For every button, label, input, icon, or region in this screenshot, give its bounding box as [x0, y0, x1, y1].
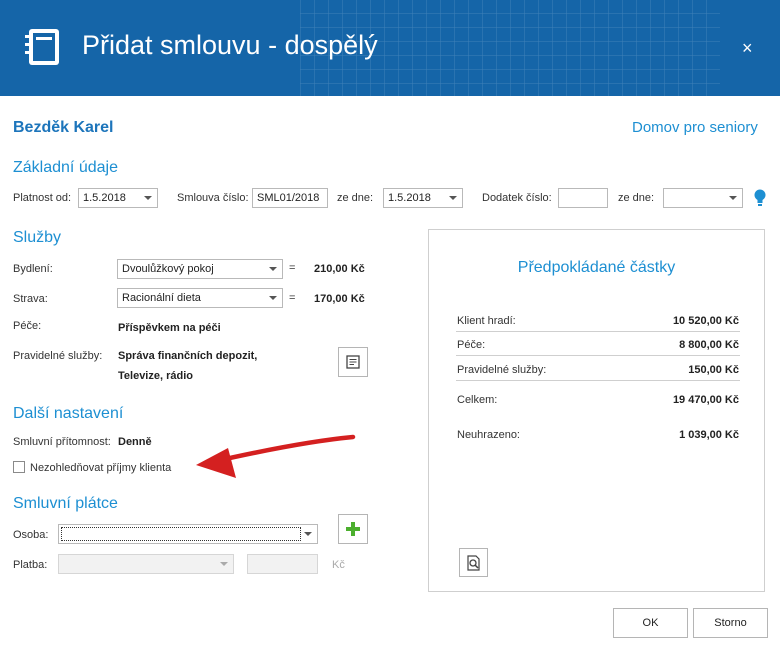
- section-settings: Další nastavení: [13, 405, 124, 422]
- chevron-down-icon: [144, 196, 152, 200]
- of-date-select[interactable]: 1.5.2018: [383, 188, 463, 208]
- of-date-label: ze dne:: [337, 192, 374, 204]
- food-select[interactable]: Racionální dieta: [117, 288, 283, 308]
- regular-line-2: Televize, rádio: [118, 370, 193, 382]
- dialog-header: Přidat smlouvu - dospělý ×: [0, 0, 780, 96]
- payment-select[interactable]: [58, 554, 234, 574]
- payment-label: Platba:: [13, 559, 48, 571]
- amend-date-select[interactable]: [663, 188, 743, 208]
- housing-label: Bydlení:: [13, 263, 53, 275]
- valid-from-select[interactable]: 1.5.2018: [78, 188, 158, 208]
- presence-label: Smluvní přítomnost:: [13, 436, 111, 448]
- chevron-down-icon: [449, 196, 457, 200]
- housing-price: 210,00 Kč: [314, 263, 365, 275]
- chevron-down-icon: [269, 267, 277, 271]
- ignore-income-label: Nezohledňovat příjmy klienta: [30, 462, 172, 474]
- care-label: Péče:: [13, 320, 42, 332]
- note-icon: [346, 355, 360, 369]
- amendment-input[interactable]: [558, 188, 608, 208]
- divider: [456, 355, 740, 356]
- unpaid-value: 1 039,00 Kč: [679, 429, 739, 441]
- section-basic: Základní údaje: [13, 159, 118, 176]
- ignore-income-checkbox[interactable]: [13, 461, 25, 473]
- food-price: 170,00 Kč: [314, 293, 365, 305]
- focus-outline: [61, 527, 301, 541]
- red-arrow-annotation: [196, 434, 356, 478]
- total-label: Celkem:: [457, 394, 498, 406]
- housing-select[interactable]: Dvoulůžkový pokoj: [117, 259, 283, 279]
- food-label: Strava:: [13, 293, 48, 305]
- close-icon[interactable]: ×: [742, 38, 753, 59]
- section-services: Služby: [13, 229, 62, 246]
- valid-from-label: Platnost od:: [13, 192, 72, 204]
- divider: [456, 380, 740, 381]
- cancel-button[interactable]: Storno: [693, 608, 768, 638]
- estimates-panel: [428, 229, 765, 592]
- facility-name: Domov pro seniory: [632, 119, 758, 136]
- amount-input[interactable]: [247, 554, 318, 574]
- chevron-down-icon: [729, 196, 737, 200]
- estimate-value-2: 150,00 Kč: [688, 364, 739, 376]
- document-search-icon: [466, 555, 480, 571]
- estimate-value-1: 8 800,00 Kč: [679, 339, 739, 351]
- presence-value: Denně: [118, 436, 152, 448]
- plus-icon: [346, 522, 360, 536]
- chevron-down-icon: [269, 296, 277, 300]
- section-payer: Smluvní plátce: [13, 495, 118, 512]
- person-select[interactable]: [58, 524, 318, 544]
- amendment-label: Dodatek číslo:: [482, 192, 552, 204]
- estimate-label-1: Péče:: [457, 339, 486, 351]
- contract-no-input[interactable]: SML01/2018: [252, 188, 328, 208]
- care-value: Příspěvkem na péči: [118, 322, 221, 334]
- food-eq: =: [289, 292, 296, 304]
- person-label: Osoba:: [13, 529, 49, 541]
- regular-line-1: Správa finančních depozit,: [118, 350, 258, 362]
- unpaid-label: Neuhrazeno:: [457, 429, 520, 441]
- divider: [456, 331, 740, 332]
- client-name: Bezděk Karel: [13, 119, 114, 136]
- housing-eq: =: [289, 262, 296, 274]
- chevron-down-icon: [304, 532, 312, 536]
- regular-label: Pravidelné služby:: [13, 350, 103, 362]
- lightbulb-icon[interactable]: [753, 189, 767, 207]
- total-value: 19 470,00 Kč: [672, 394, 739, 406]
- estimate-label-2: Pravidelné služby:: [457, 364, 547, 376]
- edit-services-button[interactable]: [338, 347, 368, 377]
- estimate-label-0: Klient hradí:: [457, 315, 516, 327]
- contract-no-label: Smlouva číslo:: [177, 192, 249, 204]
- add-payer-button[interactable]: [338, 514, 368, 544]
- estimates-title: Předpokládané částky: [517, 259, 676, 276]
- amend-date-label: ze dne:: [618, 192, 655, 204]
- dialog-title: Přidat smlouvu - dospělý: [82, 30, 378, 60]
- chevron-down-icon: [220, 562, 228, 566]
- estimate-value-0: 10 520,00 Kč: [672, 315, 739, 327]
- detail-button[interactable]: [459, 548, 488, 577]
- currency-label: Kč: [332, 559, 345, 571]
- ok-button[interactable]: OK: [613, 608, 688, 638]
- contract-book-icon: [25, 29, 59, 65]
